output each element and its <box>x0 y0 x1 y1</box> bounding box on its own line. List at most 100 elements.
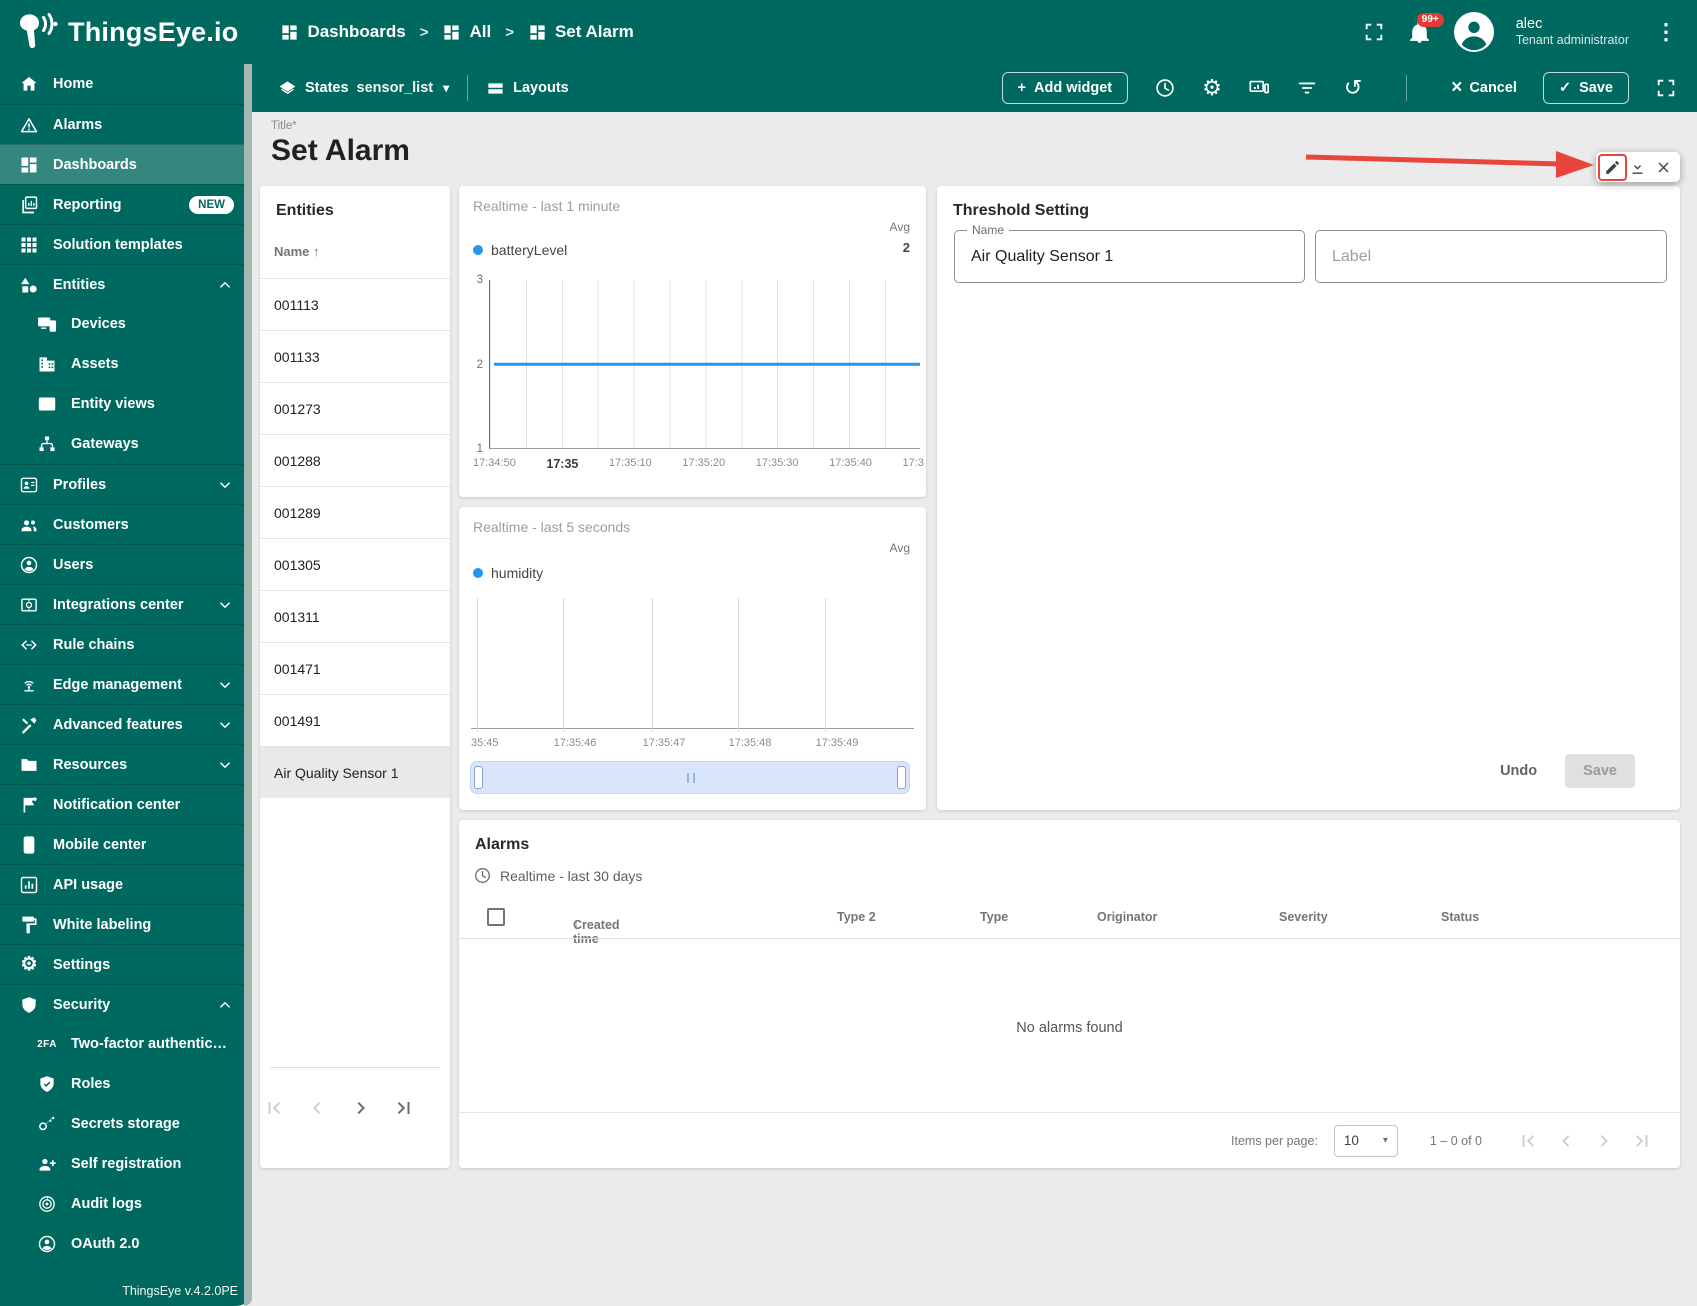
sidebar-item-secrets-storage[interactable]: Secrets storage <box>0 1104 244 1144</box>
sidebar-item-mobile-center[interactable]: Mobile center <box>0 824 244 864</box>
close-widget-icon[interactable] <box>1655 159 1672 176</box>
fullscreen-icon[interactable] <box>1655 77 1677 99</box>
user-info[interactable]: alec Tenant administrator <box>1516 15 1629 49</box>
items-per-page-select[interactable]: 10 ▾ <box>1333 1124 1398 1157</box>
sidebar-item-roles[interactable]: Roles <box>0 1064 244 1104</box>
undo-button[interactable]: Undo <box>1500 763 1537 779</box>
sidebar-item-white-labeling[interactable]: White labeling <box>0 904 244 944</box>
sidebar-item-two-factor-authentication[interactable]: 2FA Two-factor authenticati… <box>0 1024 244 1064</box>
sidebar-item-home[interactable]: Home <box>0 64 244 104</box>
sidebar-item-users[interactable]: Users <box>0 544 244 584</box>
toolbar-divider <box>467 75 469 101</box>
column-header-type[interactable]: Type <box>980 910 1008 924</box>
last-page-icon[interactable] <box>1630 1129 1654 1153</box>
sidebar-item-rule-chains[interactable]: Rule chains <box>0 624 244 664</box>
name-input[interactable] <box>955 231 1304 282</box>
more-vertical-icon[interactable]: ⋮ <box>1651 19 1681 45</box>
shield-check-icon <box>36 1074 58 1094</box>
filters-icon[interactable] <box>1296 77 1318 99</box>
previous-page-icon[interactable] <box>1554 1129 1578 1153</box>
download-widget-icon[interactable] <box>1629 159 1646 176</box>
select-all-checkbox[interactable] <box>487 908 505 926</box>
column-header-originator[interactable]: Originator <box>1097 910 1157 924</box>
sidebar-item-alarms[interactable]: Alarms <box>0 104 244 144</box>
avatar[interactable] <box>1453 12 1494 52</box>
time-range-scrollbar[interactable] <box>470 761 910 794</box>
cancel-button[interactable]: × Cancel <box>1451 77 1517 99</box>
chart-plot-area <box>471 598 914 732</box>
track-changes-icon <box>36 1194 58 1214</box>
states-selector[interactable]: States sensor_list ▾ <box>278 79 449 98</box>
building-icon <box>36 354 58 374</box>
column-header-severity[interactable]: Severity <box>1279 910 1328 924</box>
column-header-type2[interactable]: Type 2 <box>837 910 876 924</box>
entity-row[interactable]: 001311 <box>260 590 450 642</box>
dashboard-settings-gear-icon[interactable]: ⚙ <box>1202 77 1222 99</box>
sidebar-item-gateways[interactable]: Gateways <box>0 424 244 464</box>
time-window-clock-icon[interactable] <box>1154 77 1176 99</box>
entity-row[interactable]: 001289 <box>260 486 450 538</box>
entity-row-selected[interactable]: Air Quality Sensor 1 <box>260 746 450 798</box>
sidebar-item-notification-center[interactable]: Notification center <box>0 784 244 824</box>
entity-row[interactable]: 001273 <box>260 382 450 434</box>
threshold-save-button[interactable]: Save <box>1565 754 1635 788</box>
sidebar-scrollbar[interactable] <box>244 64 252 1306</box>
breadcrumb-dashboards[interactable]: Dashboards <box>280 22 406 42</box>
save-button[interactable]: ✓ Save <box>1542 72 1629 104</box>
notifications-bell-icon[interactable]: 99+ <box>1407 12 1444 45</box>
sidebar-item-solution-templates[interactable]: Solution templates <box>0 224 244 264</box>
fullscreen-icon[interactable] <box>1363 21 1385 43</box>
sidebar-item-profiles[interactable]: Profiles <box>0 464 244 504</box>
range-handle-right[interactable] <box>897 766 906 789</box>
sidebar-item-resources[interactable]: Resources <box>0 744 244 784</box>
entity-aliases-icon[interactable] <box>1248 77 1270 99</box>
layouts-button[interactable]: Layouts <box>486 79 569 98</box>
alarms-timewindow-label[interactable]: Realtime - last 30 days <box>500 868 642 884</box>
sidebar-item-settings[interactable]: ⚙ Settings <box>0 944 244 984</box>
sidebar-item-security[interactable]: Security <box>0 984 244 1024</box>
breadcrumb-all[interactable]: All <box>442 22 491 42</box>
next-page-icon[interactable] <box>1592 1129 1616 1153</box>
sidebar-item-api-usage[interactable]: API usage <box>0 864 244 904</box>
dashboard-title-input[interactable]: Set Alarm <box>271 134 410 168</box>
brand[interactable]: ThingsEye.io <box>10 9 238 55</box>
last-page-icon[interactable] <box>392 1096 416 1120</box>
sidebar-item-entities[interactable]: Entities <box>0 264 244 304</box>
legend-item[interactable]: batteryLevel <box>473 242 567 258</box>
sidebar-item-self-registration[interactable]: Self registration <box>0 1144 244 1184</box>
entity-row[interactable]: 001491 <box>260 694 450 746</box>
version-history-icon[interactable]: ↺ <box>1344 77 1362 99</box>
previous-page-icon[interactable] <box>305 1096 329 1120</box>
sidebar-item-oauth[interactable]: OAuth 2.0 <box>0 1224 244 1264</box>
sidebar-item-audit-logs[interactable]: Audit logs <box>0 1184 244 1224</box>
add-widget-button[interactable]: + Add widget <box>1001 72 1129 104</box>
entity-row[interactable]: 001113 <box>260 278 450 330</box>
sidebar-item-customers[interactable]: Customers <box>0 504 244 544</box>
column-header-status[interactable]: Status <box>1441 910 1479 924</box>
entity-row[interactable]: 001471 <box>260 642 450 694</box>
entity-row[interactable]: 001288 <box>260 434 450 486</box>
edit-widget-pencil-icon[interactable] <box>1598 153 1628 181</box>
next-page-icon[interactable] <box>349 1096 373 1120</box>
sidebar-item-edge-management[interactable]: Edge management <box>0 664 244 704</box>
sidebar-item-reporting[interactable]: Reporting NEW <box>0 184 244 224</box>
entity-row[interactable]: 001305 <box>260 538 450 590</box>
name-field: Name <box>954 223 1305 283</box>
apps-grid-icon <box>18 235 40 255</box>
x-axis: 35:45 17:35:46 17:35:47 17:35:48 17:35:4… <box>471 737 914 753</box>
sidebar-item-devices[interactable]: Devices <box>0 304 244 344</box>
entities-name-column-header[interactable]: Name ↑ <box>274 244 320 259</box>
sidebar-item-integrations-center[interactable]: Integrations center <box>0 584 244 624</box>
entity-row[interactable]: 001133 <box>260 330 450 382</box>
label-input[interactable] <box>1316 231 1666 282</box>
first-page-icon[interactable] <box>262 1096 286 1120</box>
range-handle-left[interactable] <box>474 766 483 789</box>
first-page-icon[interactable] <box>1516 1129 1540 1153</box>
sidebar-item-dashboards[interactable]: Dashboards <box>0 144 244 184</box>
sidebar-item-advanced-features[interactable]: Advanced features <box>0 704 244 744</box>
breadcrumb-set-alarm[interactable]: Set Alarm <box>528 22 634 42</box>
sidebar-item-entity-views[interactable]: Entity views <box>0 384 244 424</box>
entities-icon <box>18 275 40 295</box>
sidebar-item-assets[interactable]: Assets <box>0 344 244 384</box>
legend-item[interactable]: humidity <box>473 565 543 581</box>
